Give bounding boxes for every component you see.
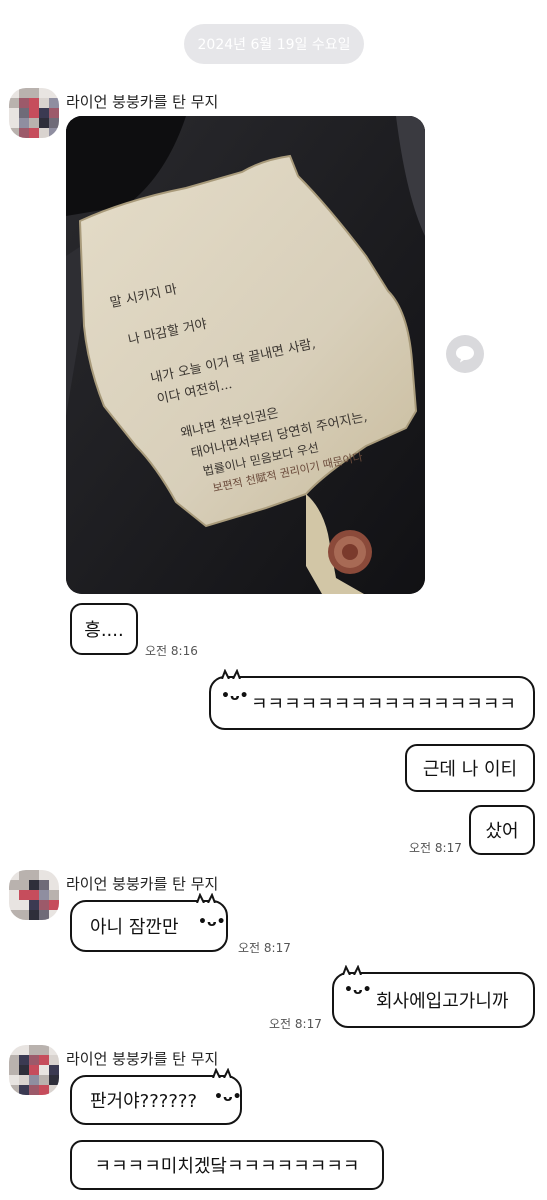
avatar[interactable]: [9, 870, 59, 920]
message-text: 샀어: [485, 821, 519, 842]
sent-emote-message[interactable]: •ᴗ• 회사에입고가니까: [332, 965, 535, 1028]
sender-name: 라이언 붕붕카를 탄 무지: [66, 93, 219, 111]
sent-message[interactable]: 근데 나 이티: [405, 744, 535, 792]
sent-message[interactable]: 샀어: [469, 805, 535, 855]
cat-face-icon: •ᴗ•: [198, 914, 226, 930]
message-text: 흥....: [84, 620, 124, 641]
photo-message[interactable]: 말 시키지 마 나 마감할 거야 내가 오늘 이거 딱 끝내면 사람, 이다 여…: [66, 116, 425, 594]
share-button[interactable]: [446, 335, 484, 373]
cat-ears-icon: [221, 669, 241, 679]
date-divider: 2024년 6월 19일 수요일: [184, 24, 364, 64]
message-text: ㅋㅋㅋㅋ미치겠닼ㅋㅋㅋㅋㅋㅋㅋㅋ: [94, 1156, 360, 1177]
sender-name: 라이언 붕붕카를 탄 무지: [66, 875, 219, 893]
sent-emote-message[interactable]: •ᴗ• ㅋㅋㅋㅋㅋㅋㅋㅋㅋㅋㅋㅋㅋㅋㅋㅋ: [209, 669, 535, 730]
avatar[interactable]: [9, 88, 59, 138]
received-emote-message[interactable]: 아니 잠깐만 •ᴗ•: [70, 893, 228, 952]
message-text: 판거야??????: [90, 1091, 198, 1112]
message-time: 오전 8:17: [238, 941, 291, 955]
message-time: 오전 8:16: [145, 644, 198, 658]
tshirt-paper-photo: 말 시키지 마 나 마감할 거야 내가 오늘 이거 딱 끝내면 사람, 이다 여…: [66, 116, 425, 594]
cat-face-icon: •ᴗ•: [344, 982, 372, 998]
cat-ears-icon: [212, 1068, 232, 1078]
received-emote-message[interactable]: 판거야?????? •ᴗ•: [70, 1068, 242, 1125]
cat-face-icon: •ᴗ•: [221, 688, 249, 704]
message-text: 회사에입고가니까: [376, 991, 509, 1012]
avatar[interactable]: [9, 1045, 59, 1095]
cat-face-icon: •ᴗ•: [214, 1089, 242, 1105]
message-text: 근데 나 이티: [422, 759, 518, 780]
message-time: 오전 8:17: [409, 841, 462, 855]
received-message[interactable]: 흥....: [70, 603, 138, 655]
cat-ears-icon: [196, 893, 216, 903]
message-time: 오전 8:17: [269, 1017, 322, 1031]
share-speech-bubble-icon: [456, 346, 474, 363]
cat-ears-icon: [342, 965, 362, 975]
sender-name: 라이언 붕붕카를 탄 무지: [66, 1050, 219, 1068]
message-text: 아니 잠깐만: [90, 917, 179, 938]
received-message[interactable]: ㅋㅋㅋㅋ미치겠닼ㅋㅋㅋㅋㅋㅋㅋㅋ: [70, 1140, 384, 1190]
message-text: ㅋㅋㅋㅋㅋㅋㅋㅋㅋㅋㅋㅋㅋㅋㅋㅋ: [251, 694, 516, 715]
